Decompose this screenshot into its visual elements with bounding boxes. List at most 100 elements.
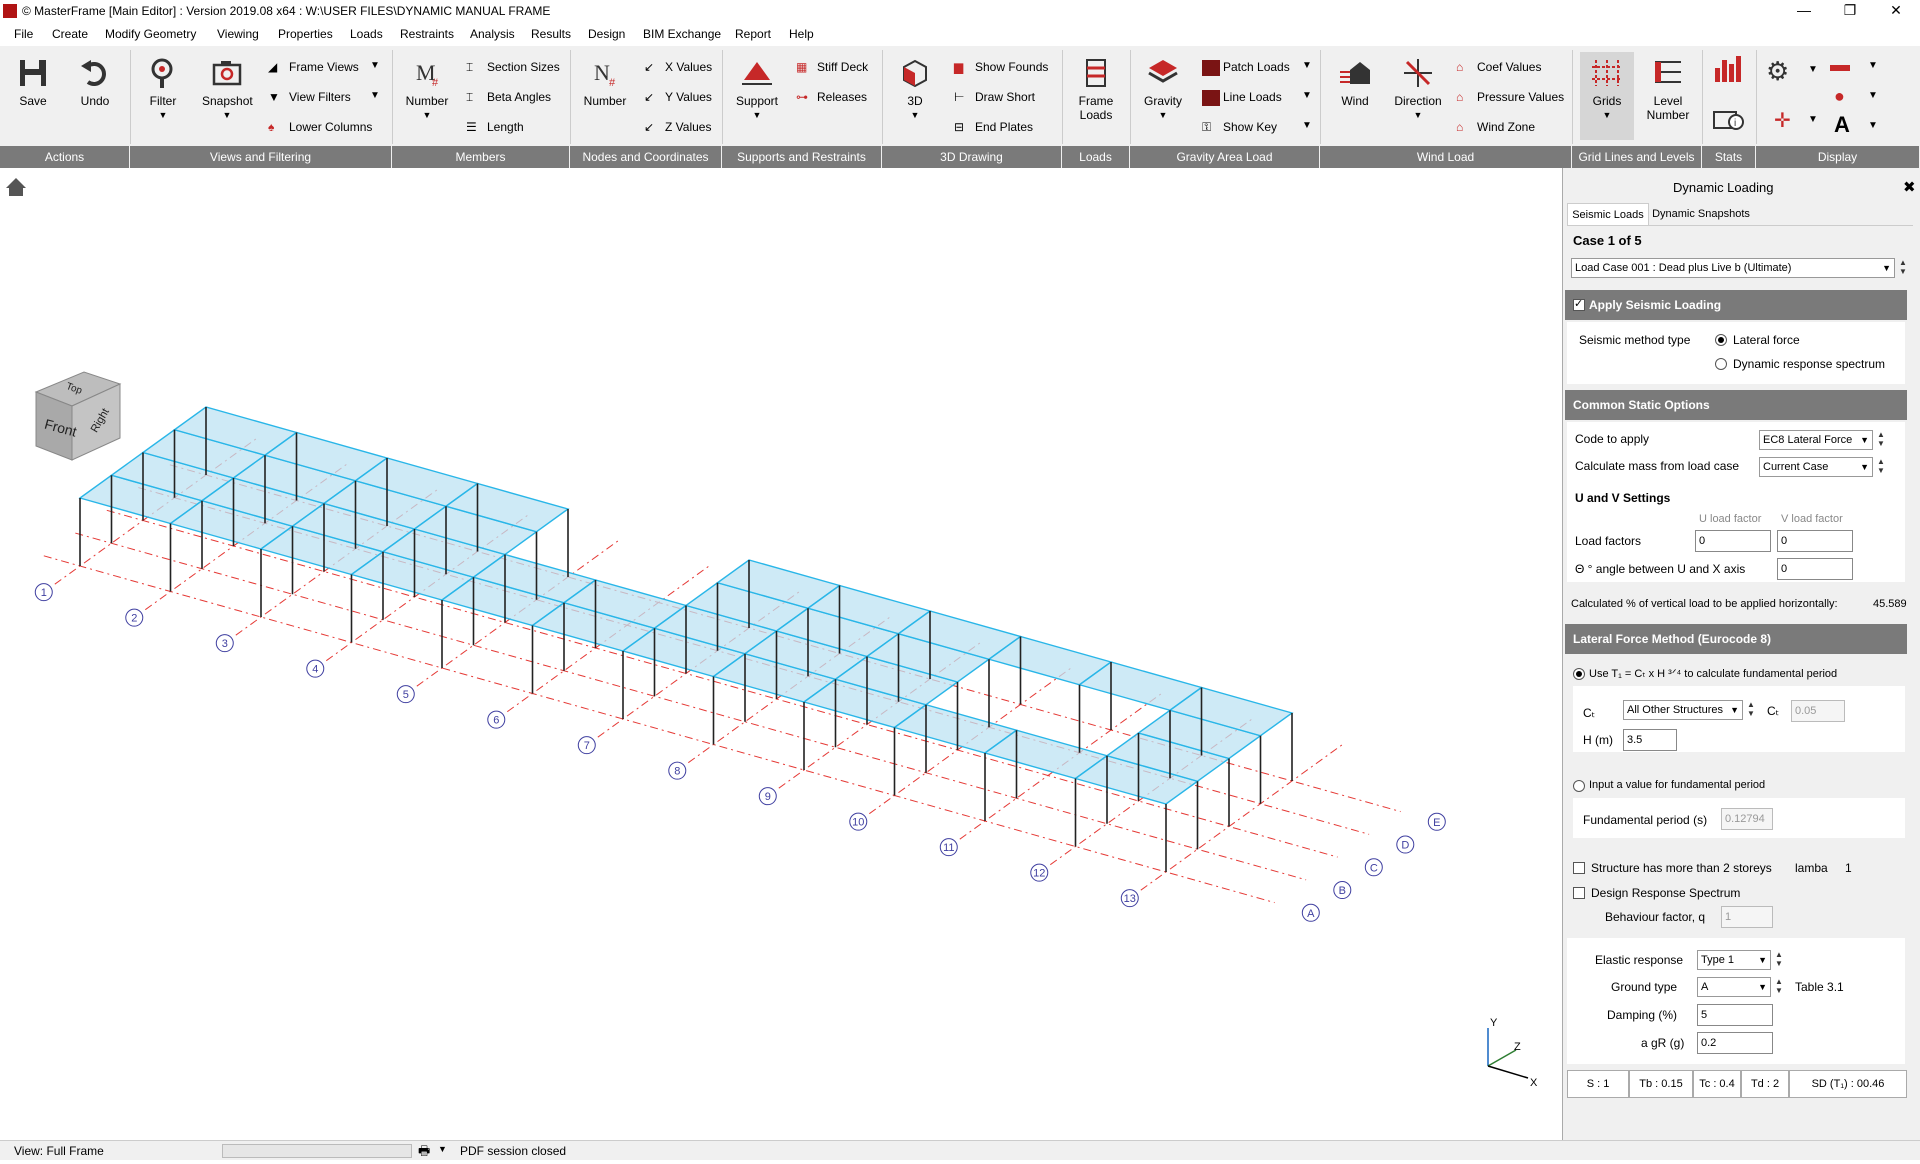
x-values-button[interactable]: ↙ X Values xyxy=(644,60,712,76)
font-dropdown-icon[interactable]: ▼ xyxy=(1868,120,1878,131)
ground-select[interactable]: A ▼ xyxy=(1697,977,1771,997)
node-display-icon[interactable]: ✛ xyxy=(1774,108,1791,133)
pressure-values-button[interactable]: ⌂ Pressure Values xyxy=(1456,90,1564,106)
load-case-spinner[interactable]: ▲ ▼ xyxy=(1899,258,1909,276)
lower-columns-button[interactable]: ♠ Lower Columns xyxy=(268,120,372,136)
settings-gear-icon[interactable]: ⚙ xyxy=(1766,56,1789,87)
y-values-button[interactable]: ↙ Y Values xyxy=(644,90,712,106)
menu-file[interactable]: File xyxy=(14,27,33,41)
frame-views-dropdown-icon[interactable]: ▼ xyxy=(370,60,380,71)
ct2-input[interactable]: 0.05 xyxy=(1791,700,1845,722)
view-filters-button[interactable]: ▼ View Filters xyxy=(268,90,351,106)
code-spinner[interactable]: ▲ ▼ xyxy=(1877,430,1887,448)
frame-loads-button[interactable]: Frame Loads xyxy=(1070,56,1122,122)
filter-button[interactable]: Filter ▼ xyxy=(138,56,188,120)
elastic-spinner[interactable]: ▲ ▼ xyxy=(1775,950,1785,968)
stiff-deck-button[interactable]: ▦ Stiff Deck xyxy=(796,60,868,76)
design-spectrum-checkbox[interactable] xyxy=(1573,887,1585,899)
menu-analysis[interactable]: Analysis xyxy=(470,27,515,41)
view-filters-dropdown-icon[interactable]: ▼ xyxy=(370,90,380,101)
method-dynamic-radio[interactable] xyxy=(1715,358,1727,370)
show-key-button[interactable]: ⚿ Show Key xyxy=(1202,120,1277,136)
load-case-select[interactable]: Load Case 001 : Dead plus Live b (Ultima… xyxy=(1571,258,1895,278)
behaviour-input[interactable]: 1 xyxy=(1721,906,1773,928)
more-storeys-checkbox[interactable] xyxy=(1573,862,1585,874)
section-sizes-button[interactable]: ⌶ Section Sizes xyxy=(466,60,560,76)
menu-properties[interactable]: Properties xyxy=(278,27,333,41)
fill-color-icon[interactable]: ● xyxy=(1834,86,1845,107)
h-input[interactable]: 3.5 xyxy=(1623,729,1677,751)
settings-dropdown-icon[interactable]: ▼ xyxy=(1808,64,1818,75)
v-factor-input[interactable]: 0 xyxy=(1777,530,1853,552)
menu-loads[interactable]: Loads xyxy=(350,27,383,41)
printer-icon[interactable]: 🖶 xyxy=(418,1142,430,1164)
panel-close-icon[interactable]: ✖ xyxy=(1903,178,1916,196)
line-loads-dropdown-icon[interactable]: ▼ xyxy=(1302,90,1312,101)
u-factor-input[interactable]: 0 xyxy=(1695,530,1771,552)
minimize-button[interactable]: — xyxy=(1784,0,1824,22)
show-founds-button[interactable]: ▆ Show Founds xyxy=(954,60,1048,76)
use-t1-radio[interactable] xyxy=(1573,668,1585,680)
printer-dropdown-icon[interactable]: ▼ xyxy=(438,1144,447,1154)
ct-spinner[interactable]: ▲ ▼ xyxy=(1747,700,1757,718)
3d-button[interactable]: 3D ▼ xyxy=(890,56,940,120)
apply-seismic-checkbox[interactable] xyxy=(1573,297,1585,311)
menu-restraints[interactable]: Restraints xyxy=(400,27,454,41)
wind-zone-button[interactable]: ⌂ Wind Zone xyxy=(1456,120,1535,136)
stats-info-button[interactable]: i xyxy=(1712,108,1746,135)
show-key-dropdown-icon[interactable]: ▼ xyxy=(1302,120,1312,131)
code-select[interactable]: EC8 Lateral Force ▼ xyxy=(1759,430,1873,450)
menu-help[interactable]: Help xyxy=(789,27,814,41)
tab-seismic-loads[interactable]: Seismic Loads xyxy=(1567,203,1649,225)
method-lateral-radio[interactable] xyxy=(1715,334,1727,346)
angle-input[interactable]: 0 xyxy=(1777,558,1853,580)
line-color-button[interactable] xyxy=(1830,60,1850,74)
direction-button[interactable]: Direction ▼ xyxy=(1390,56,1446,120)
view-cube[interactable]: Top Front Right xyxy=(34,371,122,461)
snapshot-button[interactable]: Snapshot ▼ xyxy=(202,56,253,120)
menu-results[interactable]: Results xyxy=(531,27,571,41)
menu-design[interactable]: Design xyxy=(588,27,625,41)
level-number-button[interactable]: Level Number xyxy=(1640,56,1696,122)
beta-angles-button[interactable]: ⌶ Beta Angles xyxy=(466,90,551,106)
fill-color-dropdown-icon[interactable]: ▼ xyxy=(1868,90,1878,101)
stats-chart-button[interactable] xyxy=(1712,54,1746,87)
close-window-button[interactable]: ✕ xyxy=(1876,0,1916,22)
3d-viewport[interactable]: Top Front Right 1 2 3 4 5 6 7 8 9 10 11 12 13 A B C D E Y… xyxy=(0,168,1562,1140)
menu-bim-exchange[interactable]: BIM Exchange xyxy=(643,27,721,41)
node-display-dropdown-icon[interactable]: ▼ xyxy=(1808,114,1818,125)
ground-spinner[interactable]: ▲ ▼ xyxy=(1775,977,1785,995)
grids-button[interactable]: Grids ▼ xyxy=(1580,52,1634,140)
end-plates-button[interactable]: ⊟ End Plates xyxy=(954,120,1033,136)
length-button[interactable]: ☰ Length xyxy=(466,120,524,136)
home-icon[interactable] xyxy=(6,178,26,196)
elastic-select[interactable]: Type 1 ▼ xyxy=(1697,950,1771,970)
mass-spinner[interactable]: ▲ ▼ xyxy=(1877,457,1887,475)
ct-select[interactable]: All Other Structures ▼ xyxy=(1623,700,1743,720)
frame-views-button[interactable]: ◢ Frame Views xyxy=(268,60,359,76)
restore-button[interactable]: ❐ xyxy=(1830,0,1870,22)
menu-report[interactable]: Report xyxy=(735,27,771,41)
agr-input[interactable]: 0.2 xyxy=(1697,1032,1773,1054)
save-button[interactable]: Save xyxy=(8,56,58,108)
menu-modify-geometry[interactable]: Modify Geometry xyxy=(105,27,196,41)
line-color-dropdown-icon[interactable]: ▼ xyxy=(1868,60,1878,71)
draw-short-button[interactable]: ⊢ Draw Short xyxy=(954,90,1035,106)
support-button[interactable]: Support ▼ xyxy=(732,56,782,120)
input-period-radio[interactable] xyxy=(1573,780,1585,792)
patch-loads-button[interactable]: Patch Loads xyxy=(1202,60,1290,76)
tab-dynamic-snapshots[interactable]: Dynamic Snapshots xyxy=(1651,203,1751,225)
coef-values-button[interactable]: ⌂ Coef Values xyxy=(1456,60,1541,76)
fund-period-input[interactable]: 0.12794 xyxy=(1721,808,1773,830)
font-icon[interactable]: A xyxy=(1834,112,1850,138)
menu-create[interactable]: Create xyxy=(52,27,88,41)
menu-viewing[interactable]: Viewing xyxy=(217,27,259,41)
undo-button[interactable]: Undo xyxy=(70,56,120,108)
releases-button[interactable]: ⊶ Releases xyxy=(796,90,867,106)
mass-select[interactable]: Current Case ▼ xyxy=(1759,457,1873,477)
frame-model-canvas[interactable]: Top Front Right 12345678910111213ABCDE Y… xyxy=(0,168,1562,1140)
wind-button[interactable]: Wind xyxy=(1330,56,1380,108)
z-values-button[interactable]: ↙ Z Values xyxy=(644,120,711,136)
gravity-button[interactable]: Gravity ▼ xyxy=(1138,56,1188,120)
nodes-number-button[interactable]: N # Number xyxy=(580,56,630,108)
